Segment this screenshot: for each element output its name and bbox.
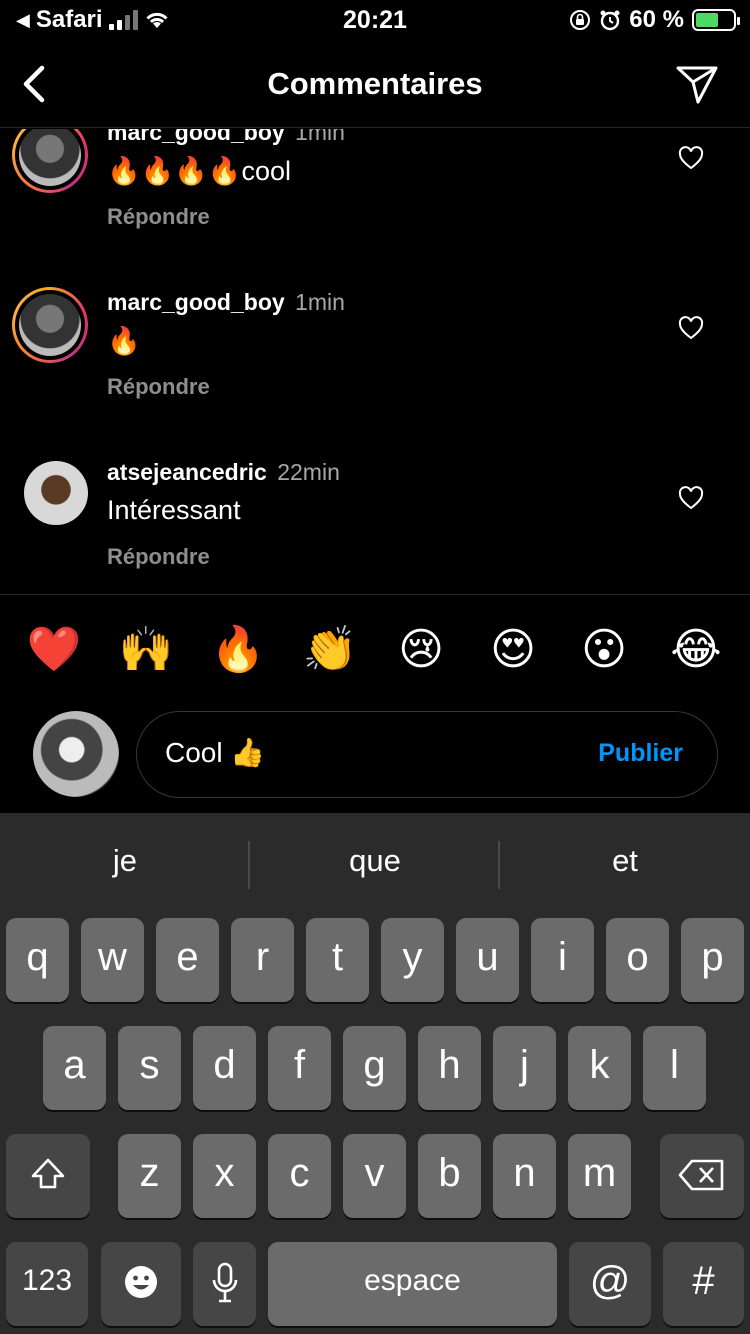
comment-input-value[interactable]: Cool 👍 <box>165 736 265 769</box>
heart-icon[interactable] <box>678 316 704 340</box>
comment-header: marc_good_boy 1min <box>107 129 345 146</box>
comment-username[interactable]: marc_good_boy <box>107 129 285 145</box>
reply-button[interactable]: Répondre <box>107 204 210 230</box>
avatar <box>19 294 81 356</box>
comment-item: atsejeancedric 22min Intéressant Répondr… <box>0 431 750 594</box>
comment-username[interactable]: atsejeancedric <box>107 459 267 485</box>
emoji-surprised-button[interactable]: 😮 <box>574 620 634 680</box>
key-q[interactable]: q <box>6 918 69 1002</box>
keyboard: je que et q w e r t y u i o p a s d f g … <box>0 813 750 1334</box>
heart-icon[interactable] <box>678 146 704 170</box>
key-n[interactable]: n <box>493 1134 556 1218</box>
suggestion-3[interactable]: et <box>500 843 750 879</box>
reply-button[interactable]: Répondre <box>107 374 210 400</box>
comment-input[interactable]: Cool 👍 Publier <box>136 711 718 798</box>
emoji-key[interactable] <box>101 1242 181 1326</box>
orientation-lock-icon <box>570 10 591 30</box>
smiley-icon <box>125 1266 157 1298</box>
shift-key[interactable] <box>6 1134 90 1218</box>
battery-icon <box>692 9 740 31</box>
alarm-icon <box>600 10 620 31</box>
suggestion-1[interactable]: je <box>0 843 250 879</box>
nav-bar: Commentaires <box>0 40 750 128</box>
emoji-heart-eyes-button[interactable]: 😍 <box>483 620 543 680</box>
shift-icon <box>31 1158 65 1189</box>
key-i[interactable]: i <box>531 918 594 1002</box>
status-bar: ◀ Safari 20:21 60 % <box>0 0 750 40</box>
key-c[interactable]: c <box>268 1134 331 1218</box>
emoji-clap-button[interactable]: 👏 <box>300 620 360 680</box>
emoji-laugh-button[interactable]: 😂 <box>666 620 726 680</box>
delete-key[interactable] <box>660 1134 744 1218</box>
key-l[interactable]: l <box>643 1026 706 1110</box>
emoji-cry-button[interactable]: 😢 <box>391 620 451 680</box>
key-d[interactable]: d <box>193 1026 256 1110</box>
avatar-story-ring[interactable] <box>12 129 88 193</box>
suggestion-2[interactable]: que <box>250 843 500 879</box>
comment-header: marc_good_boy 1min <box>107 289 345 316</box>
comment-time: 1min <box>295 129 345 145</box>
space-key[interactable]: espace <box>268 1242 557 1326</box>
avatar[interactable] <box>24 461 88 525</box>
microphone-icon <box>212 1262 237 1303</box>
emoji-quick-bar: ❤️ 🙌 🔥 👏 😢 😍 😮 😂 <box>0 620 750 680</box>
key-o[interactable]: o <box>606 918 669 1002</box>
key-r[interactable]: r <box>231 918 294 1002</box>
key-y[interactable]: y <box>381 918 444 1002</box>
key-g[interactable]: g <box>343 1026 406 1110</box>
key-b[interactable]: b <box>418 1134 481 1218</box>
current-user-avatar <box>33 711 119 797</box>
numbers-key[interactable]: 123 <box>6 1242 88 1326</box>
battery-percent: 60 % <box>629 6 684 33</box>
comment-header: atsejeancedric 22min <box>107 459 340 486</box>
backspace-icon <box>678 1159 724 1191</box>
key-f[interactable]: f <box>268 1026 331 1110</box>
avatar <box>19 129 81 186</box>
reply-button[interactable]: Répondre <box>107 544 210 570</box>
key-x[interactable]: x <box>193 1134 256 1218</box>
comment-username[interactable]: marc_good_boy <box>107 289 285 315</box>
key-w[interactable]: w <box>81 918 144 1002</box>
key-h[interactable]: h <box>418 1026 481 1110</box>
key-v[interactable]: v <box>343 1134 406 1218</box>
key-k[interactable]: k <box>568 1026 631 1110</box>
dictation-key[interactable] <box>193 1242 256 1326</box>
key-z[interactable]: z <box>118 1134 181 1218</box>
key-a[interactable]: a <box>43 1026 106 1110</box>
emoji-fire-button[interactable]: 🔥 <box>208 620 268 680</box>
hash-key[interactable]: # <box>663 1242 744 1326</box>
key-u[interactable]: u <box>456 918 519 1002</box>
comment-text: Intéressant <box>107 495 241 525</box>
page-title: Commentaires <box>267 66 483 101</box>
comment-item: marc_good_boy 1min 🔥🔥🔥🔥cool Répondre <box>0 129 750 261</box>
key-s[interactable]: s <box>118 1026 181 1110</box>
comment-item: marc_good_boy 1min 🔥 Répondre <box>0 261 750 431</box>
comment-text: 🔥 <box>107 326 141 356</box>
key-e[interactable]: e <box>156 918 219 1002</box>
publish-button[interactable]: Publier <box>598 739 683 768</box>
at-key[interactable]: @ <box>569 1242 651 1326</box>
comment-time: 1min <box>295 289 345 315</box>
avatar-story-ring[interactable] <box>12 287 88 363</box>
send-icon[interactable] <box>674 62 720 106</box>
comments-list[interactable]: marc_good_boy 1min 🔥🔥🔥🔥cool Répondre mar… <box>0 129 750 594</box>
divider <box>0 594 750 595</box>
keyboard-suggestions: je que et <box>0 813 750 913</box>
key-m[interactable]: m <box>568 1134 631 1218</box>
status-right: 60 % <box>569 6 740 34</box>
key-j[interactable]: j <box>493 1026 556 1110</box>
comment-text: 🔥🔥🔥🔥cool <box>107 156 292 186</box>
emoji-raised-hands-button[interactable]: 🙌 <box>116 620 176 680</box>
comment-time: 22min <box>277 459 340 485</box>
heart-icon[interactable] <box>678 486 704 510</box>
emoji-heart-button[interactable]: ❤️ <box>24 620 84 680</box>
key-p[interactable]: p <box>681 918 744 1002</box>
key-t[interactable]: t <box>306 918 369 1002</box>
